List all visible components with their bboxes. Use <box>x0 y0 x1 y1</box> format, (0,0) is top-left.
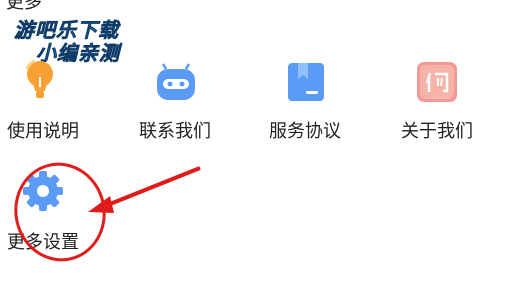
menu-item-about-us[interactable]: 关于我们 <box>394 55 489 145</box>
menu-item-label: 联系我们 <box>139 121 211 142</box>
menu-item-label: 使用说明 <box>7 121 79 142</box>
menu-item-more-settings[interactable]: 更多设置 <box>0 163 90 258</box>
about-icon <box>416 61 458 107</box>
watermark: 游吧乐下载 小编亲测 <box>8 10 138 66</box>
menu-item-label: 关于我们 <box>401 121 473 142</box>
annotation-arrow <box>104 166 201 208</box>
annotation-arrowhead <box>88 196 114 213</box>
document-icon <box>286 61 326 107</box>
menu-item-contact-us[interactable]: 联系我们 <box>132 55 227 145</box>
menu-item-service-agreement[interactable]: 服务协议 <box>262 55 357 145</box>
gear-icon <box>21 169 65 217</box>
menu-item-label: 更多设置 <box>7 232 79 253</box>
lightbulb-icon <box>19 57 61 107</box>
menu-item-label: 服务协议 <box>269 121 341 142</box>
robot-icon <box>154 63 198 107</box>
menu-item-usage-guide[interactable]: 使用说明 <box>0 55 90 145</box>
